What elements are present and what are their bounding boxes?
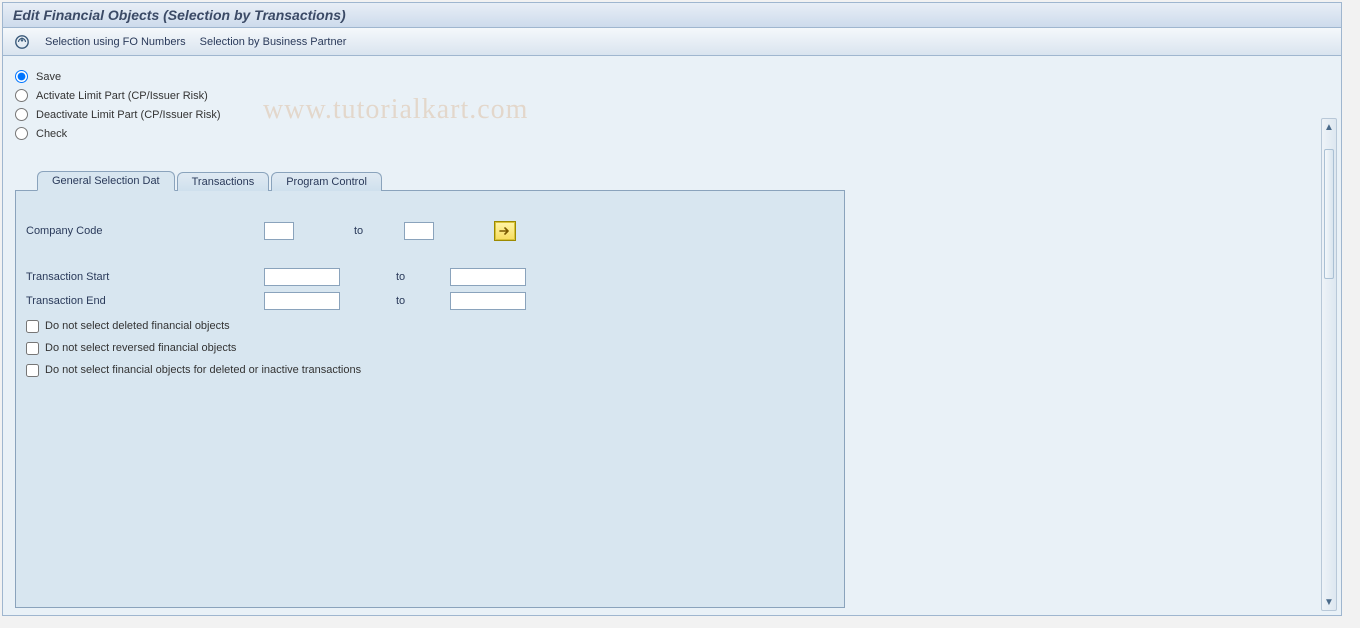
radio-activate[interactable]: Activate Limit Part (CP/Issuer Risk) bbox=[15, 89, 1329, 102]
scroll-down-icon[interactable]: ▼ bbox=[1323, 596, 1335, 608]
checkbox-no-deleted-label: Do not select deleted financial objects bbox=[45, 320, 230, 332]
checkbox-no-reversed-label: Do not select reversed financial objects bbox=[45, 342, 236, 354]
label-to-2: to bbox=[340, 271, 450, 283]
multi-select-button-company-code[interactable] bbox=[494, 221, 516, 241]
check-no-deleted[interactable]: Do not select deleted financial objects bbox=[26, 315, 834, 337]
tab-general-selection[interactable]: General Selection Dat bbox=[37, 171, 175, 191]
input-transaction-end-from[interactable] bbox=[264, 292, 340, 310]
radio-save-label: Save bbox=[36, 71, 61, 83]
row-transaction-end: Transaction End to bbox=[26, 289, 834, 313]
radio-deactivate[interactable]: Deactivate Limit Part (CP/Issuer Risk) bbox=[15, 108, 1329, 121]
input-transaction-end-to[interactable] bbox=[450, 292, 526, 310]
checkbox-no-inactive[interactable] bbox=[26, 364, 39, 377]
input-company-code-from[interactable] bbox=[264, 222, 294, 240]
input-company-code-to[interactable] bbox=[404, 222, 434, 240]
app-toolbar: Selection using FO Numbers Selection by … bbox=[2, 28, 1342, 56]
check-no-reversed[interactable]: Do not select reversed financial objects bbox=[26, 337, 834, 359]
radio-save-input[interactable] bbox=[15, 70, 28, 83]
label-transaction-end: Transaction End bbox=[26, 295, 264, 307]
radio-check[interactable]: Check bbox=[15, 127, 1329, 140]
radio-save[interactable]: Save bbox=[15, 70, 1329, 83]
check-no-inactive[interactable]: Do not select financial objects for dele… bbox=[26, 359, 834, 381]
tab-panel-general: Company Code to Transaction Start to Tra… bbox=[15, 190, 845, 608]
checkbox-no-reversed[interactable] bbox=[26, 342, 39, 355]
radio-activate-label: Activate Limit Part (CP/Issuer Risk) bbox=[36, 90, 208, 102]
row-transaction-start: Transaction Start to bbox=[26, 265, 834, 289]
scroll-up-icon[interactable]: ▲ bbox=[1323, 121, 1335, 133]
radio-check-label: Check bbox=[36, 128, 67, 140]
tabstrip: General Selection Dat Transactions Progr… bbox=[37, 170, 1329, 190]
label-transaction-start: Transaction Start bbox=[26, 271, 264, 283]
scroll-thumb[interactable] bbox=[1324, 149, 1334, 279]
selection-fo-numbers-link[interactable]: Selection using FO Numbers bbox=[45, 36, 186, 48]
execute-icon[interactable] bbox=[13, 33, 31, 51]
row-company-code: Company Code to bbox=[26, 219, 834, 243]
action-radio-group: Save Activate Limit Part (CP/Issuer Risk… bbox=[15, 70, 1329, 140]
tab-program-control[interactable]: Program Control bbox=[271, 172, 382, 191]
radio-activate-input[interactable] bbox=[15, 89, 28, 102]
radio-deactivate-input[interactable] bbox=[15, 108, 28, 121]
radio-check-input[interactable] bbox=[15, 127, 28, 140]
radio-deactivate-label: Deactivate Limit Part (CP/Issuer Risk) bbox=[36, 109, 221, 121]
checkbox-no-deleted[interactable] bbox=[26, 320, 39, 333]
tab-transactions[interactable]: Transactions bbox=[177, 172, 270, 191]
page-title: Edit Financial Objects (Selection by Tra… bbox=[2, 2, 1342, 28]
label-to-3: to bbox=[340, 295, 450, 307]
checkbox-no-inactive-label: Do not select financial objects for dele… bbox=[45, 364, 361, 376]
content-area: www.tutorialkart.com Save Activate Limit… bbox=[2, 56, 1342, 616]
input-transaction-start-from[interactable] bbox=[264, 268, 340, 286]
label-to-1: to bbox=[294, 225, 404, 237]
input-transaction-start-to[interactable] bbox=[450, 268, 526, 286]
vertical-scrollbar[interactable]: ▲ ▼ bbox=[1321, 118, 1337, 611]
arrow-right-icon bbox=[499, 226, 511, 236]
selection-business-partner-link[interactable]: Selection by Business Partner bbox=[200, 36, 347, 48]
label-company-code: Company Code bbox=[26, 225, 264, 237]
